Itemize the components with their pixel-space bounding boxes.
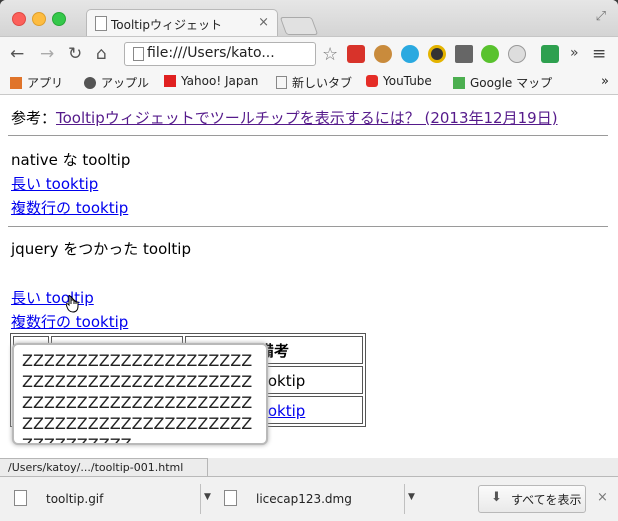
window-close-button[interactable] <box>12 12 26 26</box>
chevron-down-icon[interactable]: ▼ <box>204 492 211 502</box>
native-long-tooltip-link[interactable]: 長い tooktip <box>11 175 98 193</box>
bookmarks-overflow-icon[interactable]: » <box>601 74 609 89</box>
cookie-extension-icon[interactable] <box>374 45 392 63</box>
twitter-extension-icon[interactable] <box>401 45 419 63</box>
browser-toolbar: ← → ↻ ⌂ ☆ » ≡ <box>0 36 618 71</box>
status-bar: /Users/katoy/.../tooltip-001.html <box>0 458 208 476</box>
window-minimize-button[interactable] <box>32 12 46 26</box>
reference-link[interactable]: Tooltipウィジェットでツールチップを表示するには？ (2013年12月19… <box>56 109 558 127</box>
jquery-heading: jquery をつかった tooltip <box>11 240 191 258</box>
new-tab-button[interactable] <box>279 17 319 35</box>
yahoo-icon <box>164 75 176 87</box>
bookmarks-bar: アプリ アップル Yahoo! Japan 新しいタブ YouTube Goog… <box>0 70 618 95</box>
page-content: 参考：Tooltipウィジェットでツールチップを表示するには？ (2013年12… <box>0 95 618 458</box>
reference-prefix: 参考： <box>11 109 57 127</box>
tab-tooltip-widget[interactable]: Tooltipウィジェット × <box>86 9 278 37</box>
browser-window: Tooltipウィジェット × ⤢ ← → ↻ ⌂ ☆ » ≡ アプリ アップル… <box>0 0 618 521</box>
home-button[interactable]: ⌂ <box>96 44 107 64</box>
forward-button[interactable]: → <box>40 44 54 64</box>
bookmark-youtube[interactable]: YouTube <box>366 74 432 88</box>
youtube-icon <box>366 75 378 87</box>
native-heading: native な tooltip <box>11 151 131 169</box>
back-button[interactable]: ← <box>10 44 24 64</box>
hand-cursor-icon <box>66 295 79 313</box>
file-icon <box>14 490 27 506</box>
divider <box>8 226 608 227</box>
file-icon <box>224 490 237 506</box>
close-downloads-icon[interactable]: × <box>597 490 608 505</box>
tooltip-popup: ZZZZZZZZZZZZZZZZZZZZZZZZZZZZZZZZZZZZZZZZ… <box>12 343 268 445</box>
page-icon <box>276 76 287 89</box>
jquery-multiline-tooltip-link[interactable]: 複数行の tooktip <box>11 313 128 331</box>
fullscreen-icon[interactable]: ⤢ <box>596 9 606 24</box>
window-zoom-button[interactable] <box>52 12 66 26</box>
download-filename: licecap123.dmg <box>256 492 352 506</box>
tab-title: Tooltipウィジェット <box>111 18 222 32</box>
show-all-downloads-button[interactable]: ⬇ すべてを表示 <box>478 485 586 513</box>
chevron-down-icon[interactable]: ▼ <box>408 492 415 502</box>
jquery-long-tooltip-link[interactable]: 長い tooltip <box>11 289 94 307</box>
bookmark-new-tab[interactable]: 新しいタブ <box>276 74 352 91</box>
apple-icon <box>84 77 96 89</box>
google-maps-icon <box>453 77 465 89</box>
settings-extension-icon[interactable] <box>455 45 473 63</box>
menu-icon[interactable]: ≡ <box>592 44 606 64</box>
color-picker-extension-icon[interactable] <box>428 45 446 63</box>
bookmark-star-icon[interactable]: ☆ <box>322 44 338 65</box>
tab-strip: Tooltipウィジェット × ⤢ <box>0 0 618 37</box>
download-item[interactable]: licecap123.dmg ▼ <box>218 484 424 514</box>
address-bar[interactable] <box>124 42 316 66</box>
page-icon <box>133 47 144 61</box>
divider <box>8 135 608 136</box>
native-multiline-tooltip-link[interactable]: 複数行の tooktip <box>11 199 128 217</box>
download-filename: tooltip.gif <box>46 492 104 506</box>
bookmark-apps[interactable]: アプリ <box>10 74 63 91</box>
tab-close-icon[interactable]: × <box>258 15 269 30</box>
bookmark-google-maps[interactable]: Google マップ <box>453 74 552 91</box>
address-input[interactable] <box>147 44 307 62</box>
divider <box>404 484 405 514</box>
download-arrow-icon: ⬇ <box>491 490 502 505</box>
bookmark-yahoo-japan[interactable]: Yahoo! Japan <box>164 74 258 88</box>
apps-grid-icon <box>10 77 22 89</box>
reference-line: 参考：Tooltipウィジェットでツールチップを表示するには？ (2013年12… <box>11 107 558 128</box>
sync-extension-icon[interactable] <box>541 45 559 63</box>
extension-icon-1[interactable] <box>347 45 365 63</box>
page-icon <box>95 16 107 31</box>
extensions-overflow-icon[interactable]: » <box>570 45 579 61</box>
download-item[interactable]: tooltip.gif ▼ <box>8 484 214 514</box>
downloads-shelf: tooltip.gif ▼ licecap123.dmg ▼ ⬇ すべてを表示 … <box>0 476 618 521</box>
divider <box>200 484 201 514</box>
reload-button[interactable]: ↻ <box>68 44 82 64</box>
power-extension-icon[interactable] <box>508 45 526 63</box>
green-extension-icon[interactable] <box>481 45 499 63</box>
show-all-label: すべてを表示 <box>511 493 582 507</box>
bookmark-apple[interactable]: アップル <box>84 74 149 91</box>
